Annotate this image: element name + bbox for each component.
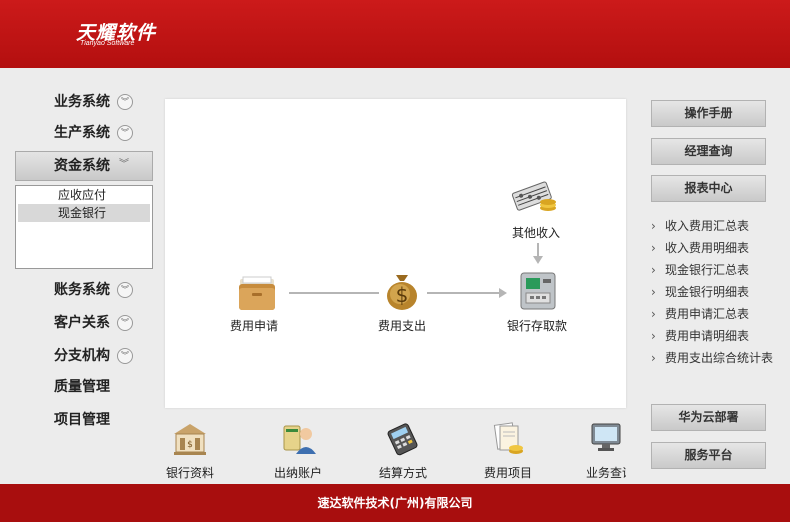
report-link-cash-bank-detail[interactable]: › 现金银行明细表 [651, 281, 786, 303]
chevron-down-icon: ︾ [119, 159, 129, 170]
report-link-expense-pay-stats[interactable]: › 费用支出综合统计表 [651, 347, 786, 369]
chevron-down-icon: ︾ [117, 315, 133, 331]
chevron-down-icon: ︾ [117, 348, 133, 364]
bottom-item-bank-info[interactable]: $ 银行资料 [155, 420, 225, 481]
header-bar: 天耀软件 Tianyao Software [0, 0, 790, 68]
expense-apply-node[interactable]: 费用申请 [225, 269, 295, 339]
svg-text:$: $ [187, 440, 193, 450]
sidebar-item-business[interactable]: 业务系统 ︾ [16, 88, 152, 116]
footer-bar: 速达软件技术(广州)有限公司 [0, 484, 790, 522]
submenu-item-cash-bank[interactable]: 现金银行 [18, 204, 150, 222]
report-link-income-expense-summary[interactable]: › 收入费用汇总表 [651, 215, 786, 237]
manual-button[interactable]: 操作手册 [651, 100, 766, 127]
service-platform-button[interactable]: 服务平台 [651, 442, 766, 469]
money-bag-icon: $ [387, 275, 417, 310]
submenu-item-receivable-payable[interactable]: 应收应付 [16, 186, 152, 204]
chevron-right-icon: › [651, 307, 656, 321]
sidebar-item-label: 生产系统 [54, 125, 110, 141]
report-list: › 收入费用汇总表 › 收入费用明细表 › 现金银行汇总表 › 现金银行明细表 › 费用申… [651, 215, 786, 369]
bank-deposit-label: 银行存取款 [507, 319, 568, 333]
chevron-right-icon: › [651, 285, 656, 299]
report-link-expense-apply-detail[interactable]: › 费用申请明细表 [651, 325, 786, 347]
chevron-right-icon: › [651, 263, 656, 277]
report-link-expense-apply-summary[interactable]: › 费用申请汇总表 [651, 303, 786, 325]
sidebar-item-quality[interactable]: 质量管理 [16, 373, 152, 401]
other-income-label: 其他收入 [512, 226, 561, 240]
arrow-down-line [537, 243, 539, 257]
sidebar-item-customer[interactable]: 客户关系 ︾ [16, 309, 152, 337]
bottom-item-expense-items[interactable]: 费用项目 [473, 420, 543, 481]
expense-pay-node[interactable]: $ 费用支出 [370, 267, 440, 337]
other-income-node[interactable]: 其他收入 [500, 174, 570, 244]
documents-coins-icon [493, 422, 523, 454]
sidebar-item-label: 业务系统 [54, 94, 110, 110]
folder-icon [239, 276, 275, 310]
funds-submenu: 应收应付 现金银行 [15, 185, 153, 269]
arrow-down-icon [533, 256, 543, 264]
chevron-right-icon: › [651, 241, 656, 255]
expense-apply-label: 费用申请 [230, 319, 279, 333]
sidebar-item-label: 质量管理 [54, 379, 110, 395]
sidebar-item-production[interactable]: 生产系统 ︾ [16, 119, 152, 147]
sidebar-item-accounting[interactable]: 账务系统 ︾ [16, 276, 152, 304]
bottom-item-label: 银行资料 [165, 466, 214, 480]
chevron-down-icon: ︾ [117, 125, 133, 141]
report-link-income-expense-detail[interactable]: › 收入费用明细表 [651, 237, 786, 259]
manager-query-button[interactable]: 经理查询 [651, 138, 766, 165]
report-link-cash-bank-summary[interactable]: › 现金银行汇总表 [651, 259, 786, 281]
report-center-button[interactable]: 报表中心 [651, 175, 766, 202]
huawei-cloud-button[interactable]: 华为云部署 [651, 404, 766, 431]
bottom-item-label: 业务查询 [586, 466, 626, 480]
sidebar-item-project[interactable]: 项目管理 [16, 406, 152, 434]
bottom-item-cashier-account[interactable]: 出纳账户 [263, 420, 333, 481]
chevron-down-icon: ︾ [117, 94, 133, 110]
expense-pay-label: 费用支出 [378, 319, 427, 333]
svg-text:$: $ [396, 283, 409, 307]
bank-building-icon: $ [174, 424, 206, 455]
sidebar-item-label: 客户关系 [54, 315, 110, 331]
chevron-right-icon: › [651, 351, 656, 365]
abacus-coins-icon [511, 181, 556, 211]
card-terminal-icon [387, 423, 418, 456]
sidebar-item-label: 项目管理 [54, 412, 110, 428]
logo-subtitle: Tianyao Software [80, 40, 135, 47]
chevron-right-icon: › [651, 329, 656, 343]
monitor-search-icon [591, 423, 621, 451]
flow-arrow-line [289, 292, 379, 294]
sidebar-item-label: 账务系统 [54, 282, 110, 298]
bottom-item-label: 费用项目 [483, 466, 532, 480]
bottom-item-settlement-method[interactable]: 结算方式 [368, 420, 438, 481]
main-content: 业务系统 ︾ 生产系统 ︾ 资金系统 ︾ 应收应付 现金银行 账务系统 ︾ 客户… [0, 68, 790, 484]
sidebar-item-label: 分支机构 [54, 348, 110, 364]
sidebar-item-funds[interactable]: 资金系统 ︾ [15, 151, 153, 181]
flow-arrow-line [427, 292, 499, 294]
cashier-person-icon [283, 425, 316, 454]
bottom-item-label: 出纳账户 [273, 466, 322, 480]
chevron-right-icon: › [651, 219, 656, 233]
atm-icon [520, 272, 556, 310]
bank-deposit-node[interactable]: 银行存取款 [500, 267, 580, 337]
sidebar-item-branch[interactable]: 分支机构 ︾ [16, 342, 152, 370]
chevron-down-icon: ︾ [117, 282, 133, 298]
bottom-item-label: 结算方式 [378, 466, 427, 480]
bottom-item-business-query[interactable]: 业务查询 [576, 420, 626, 481]
sidebar-item-label: 资金系统 [54, 158, 110, 174]
flow-panel: 费用申请 $ 费用支出 其他收入 银行存取款 [165, 99, 626, 408]
